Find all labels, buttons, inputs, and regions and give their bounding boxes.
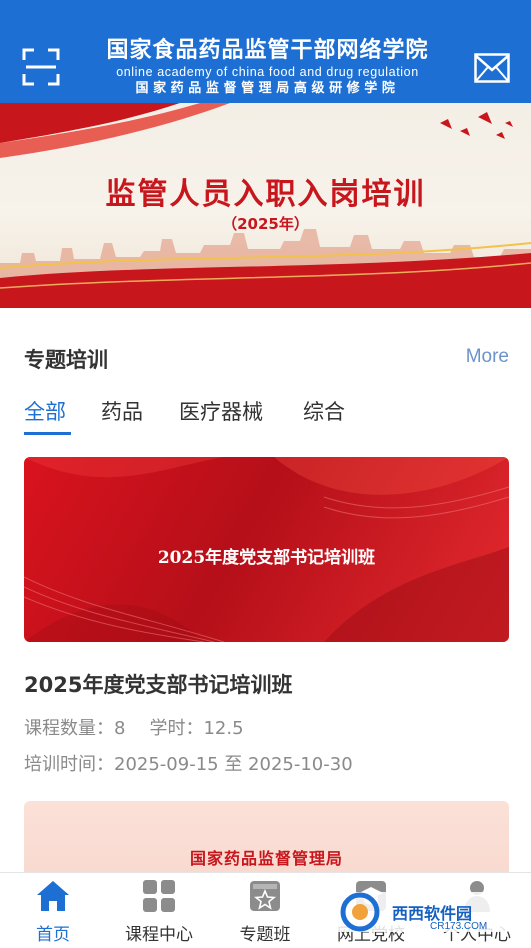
academy-title: 国家食品药品监管干部网络学院 [106, 38, 429, 63]
nav-home[interactable]: 首页 [0, 873, 106, 948]
nav-special-class[interactable]: 专题班 [212, 873, 318, 948]
watermark-url: CR173.COM [430, 921, 488, 932]
grid-icon [143, 880, 175, 912]
section-title: 专题培训 [24, 348, 108, 372]
academy-subtitle-en: online academy of china food and drug re… [116, 65, 419, 79]
course-meta: 课程数量：8 学时：12.5 [24, 714, 244, 740]
course-cover-image[interactable]: 2025年度党支部书记培训班 [24, 457, 509, 642]
tab-medical-devices[interactable]: 医疗器械 [179, 396, 263, 426]
promo-banner[interactable]: 监管人员入职入岗培训 （2025年） [0, 103, 531, 308]
course-cover-title: 2025年度党支部书记培训班 [157, 548, 376, 568]
course-cover-image-2[interactable]: 国家药品监督管理局 [24, 801, 509, 881]
course-count-value: 8 [114, 718, 126, 739]
nav-course-center[interactable]: 课程中心 [106, 873, 212, 948]
academy-subtitle-cn: 国家药品监督管理局高级研修学院 [135, 81, 400, 96]
tab-all[interactable]: 全部 [24, 396, 66, 426]
course-time-label: 培训时间： [24, 754, 114, 775]
banner-year: （2025年） [222, 215, 309, 233]
home-icon [37, 881, 69, 911]
nav-special-class-label: 专题班 [239, 925, 291, 945]
book-star-icon [250, 881, 280, 911]
course-name[interactable]: 2025年度党支部书记培训班 [24, 669, 292, 699]
mail-icon[interactable] [474, 53, 510, 83]
course-cover-title-2: 国家药品监督管理局 [189, 849, 343, 868]
tab-drugs[interactable]: 药品 [101, 396, 143, 426]
scan-icon[interactable] [22, 48, 60, 86]
app-header: 国家食品药品监管干部网络学院 online academy of china f… [0, 0, 531, 103]
academy-title-block: 国家食品药品监管干部网络学院 online academy of china f… [95, 38, 440, 98]
course-time: 培训时间：2025-09-15 至 2025-10-30 [24, 750, 353, 776]
course-count-label: 课程数量： [24, 718, 114, 739]
course-hours-value: 12.5 [203, 718, 244, 739]
more-link[interactable]: More [466, 346, 509, 368]
nav-course-center-label: 课程中心 [125, 925, 193, 945]
tab-comprehensive[interactable]: 综合 [303, 396, 345, 426]
course-time-value: 2025-09-15 至 2025-10-30 [114, 754, 353, 775]
active-tab-indicator [24, 432, 71, 435]
nav-home-label: 首页 [36, 925, 70, 945]
course-hours-label: 学时： [149, 718, 204, 739]
banner-title: 监管人员入职入岗培训 [105, 177, 426, 212]
